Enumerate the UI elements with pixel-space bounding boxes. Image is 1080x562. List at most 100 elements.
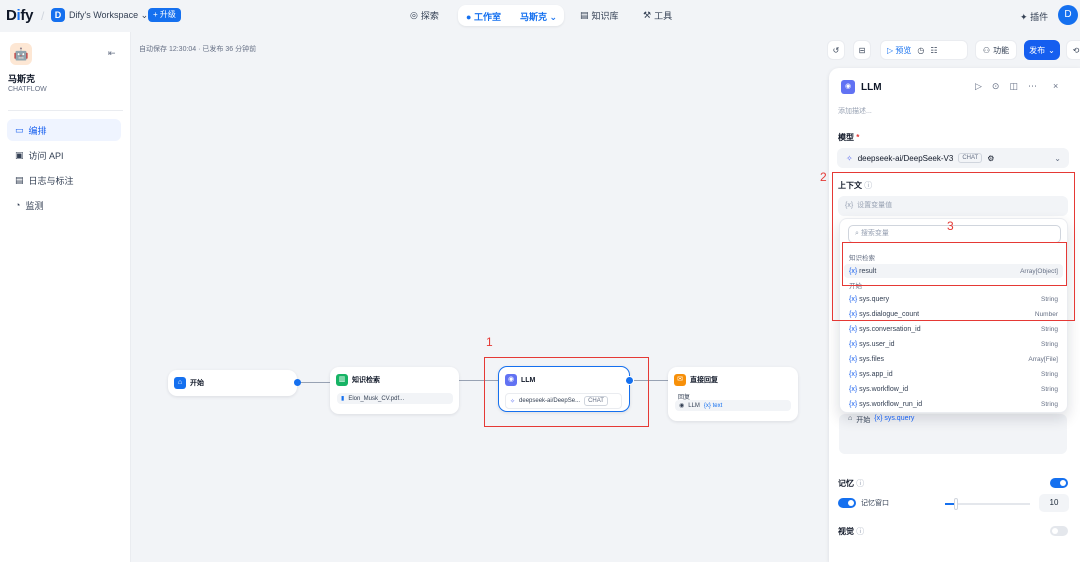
app-name: 马斯克: [8, 74, 36, 84]
node-title: ▥ 知识检索: [336, 374, 380, 386]
help-icon[interactable]: ⊙: [992, 81, 1000, 92]
sidebar-item-api[interactable]: ▣ 访问 API: [7, 144, 121, 166]
model-tag: CHAT: [958, 153, 983, 163]
prompt-variable-chip: ⌂ 开始 {x} sys.query: [848, 415, 915, 424]
list-icon[interactable]: ☷: [930, 46, 937, 55]
workspace-switcher[interactable]: Dify's Workspace ⌄: [69, 10, 148, 21]
nav-tools-label: 工具: [654, 11, 673, 21]
edge-start-knowledge: [298, 382, 330, 383]
close-icon[interactable]: ×: [1053, 81, 1058, 92]
robot-icon: 🤖: [10, 43, 32, 65]
slider-handle[interactable]: [954, 498, 958, 510]
terminal-icon: ▣: [15, 149, 24, 160]
collapse-sidebar-icon[interactable]: ⇤: [108, 48, 116, 59]
restore-button[interactable]: ↺: [827, 40, 845, 60]
preview-group[interactable]: ▷ 预览 ◷ ☷: [880, 40, 968, 60]
settings-icon[interactable]: ⚙: [987, 154, 994, 163]
variable-option[interactable]: {x} sys.conversation_id String: [844, 322, 1063, 336]
memory-toggle[interactable]: [1050, 478, 1068, 488]
panel-actions: ▷ ⊙ ◫ ⋯ ×: [975, 81, 1058, 92]
run-icon[interactable]: ▷: [975, 81, 982, 92]
vision-label: 视觉 ⓘ: [838, 527, 865, 536]
variable-option[interactable]: {x} sys.user_id String: [844, 337, 1063, 351]
sidebar-item-label: 访问 API: [28, 150, 64, 161]
info-icon: ⓘ: [856, 527, 865, 536]
node-answer[interactable]: ✉ 直接回复 回复 ◉ LLM {x} text: [668, 367, 798, 421]
vision-toggle[interactable]: [1050, 526, 1068, 536]
panel-title: ◉ LLM: [841, 80, 882, 94]
annotation-number-3: 3: [947, 219, 954, 233]
history-icon: ⟲: [1072, 45, 1080, 55]
app-breadcrumb[interactable]: 马斯克 ⌄: [520, 10, 557, 23]
node-title: ⌂ 开始: [174, 377, 204, 389]
top-bar: Dify / D Dify's Workspace ⌄ + 升级 ◎ 探索 ● 工…: [0, 0, 1080, 32]
dataset-chip: ▮ Elon_Musk_CV.pdf...: [337, 393, 453, 404]
model-label: 模型 *: [838, 133, 860, 142]
more-icon[interactable]: ⋯: [1028, 81, 1037, 92]
nav-knowledge[interactable]: ▤ 知识库: [580, 9, 619, 22]
memory-window-toggle[interactable]: [838, 498, 856, 508]
model-selector[interactable]: ✧ deepseek-ai/DeepSeek-V3 CHAT ⚙ ⌄: [837, 148, 1069, 168]
nav-studio[interactable]: ● 工作室 马斯克 ⌄: [458, 5, 564, 26]
variables-icon: ⊟: [858, 45, 866, 55]
checklist-icon[interactable]: ◷: [917, 46, 924, 55]
plugins-button[interactable]: ✦ 插件: [1020, 10, 1048, 23]
home-icon: ⌂: [174, 377, 186, 389]
restore-icon: ↺: [832, 45, 840, 55]
reply-var-chip: ◉ LLM {x} text: [675, 400, 791, 411]
brain-icon: ◉: [679, 403, 685, 409]
user-avatar[interactable]: D: [1058, 5, 1078, 25]
app-type: CHATFLOW: [8, 86, 47, 93]
node-handle[interactable]: [294, 379, 301, 386]
home-icon: ⌂: [848, 415, 853, 422]
memory-window-value[interactable]: 10: [1039, 494, 1069, 512]
sidebar: 🤖 ⇤ 马斯克 CHATFLOW ▭ 编排 ▣ 访问 API ▤ 日志与标注 ◔ 监测: [0, 32, 131, 562]
workspace-name: Dify's Workspace: [69, 10, 139, 20]
divider: /: [41, 9, 45, 23]
nav-explore-label: 探索: [420, 11, 439, 21]
feature-icon: ⚇: [982, 45, 991, 55]
plugins-label: 插件: [1030, 12, 1049, 22]
env-button[interactable]: ⊟: [853, 40, 871, 60]
publish-button[interactable]: 发布 ⌄: [1024, 40, 1060, 60]
sidebar-item-monitor[interactable]: ◔ 监测: [7, 194, 121, 216]
memory-window-slider[interactable]: [945, 498, 1030, 510]
memory-window-label: 记忆窗口: [861, 500, 889, 507]
sidebar-item-label: 监测: [25, 200, 44, 211]
workspace-avatar: D: [51, 8, 65, 22]
upgrade-label: 升级: [159, 10, 176, 19]
layout-icon[interactable]: ◫: [1009, 81, 1018, 92]
upgrade-button[interactable]: + 升级: [148, 8, 181, 22]
reply-icon: ✉: [674, 374, 686, 386]
variable-option[interactable]: {x} sys.workflow_run_id String: [844, 397, 1063, 411]
variable-option[interactable]: {x} sys.app_id String: [844, 367, 1063, 381]
description-input[interactable]: 添加描述...: [838, 106, 872, 116]
variable-option[interactable]: {x} sys.workflow_id String: [844, 382, 1063, 396]
preview-button[interactable]: ▷ 预览: [887, 45, 911, 56]
node-start[interactable]: ⌂ 开始: [168, 370, 297, 396]
features-button[interactable]: ⚇ 功能: [975, 40, 1017, 60]
nav-knowledge-label: 知识库: [591, 11, 619, 21]
sidebar-item-logs[interactable]: ▤ 日志与标注: [7, 169, 121, 191]
database-icon: ▥: [336, 374, 348, 386]
node-title: ✉ 直接回复: [674, 374, 718, 386]
node-knowledge-retrieval[interactable]: ▥ 知识检索 ▮ Elon_Musk_CV.pdf...: [330, 367, 459, 414]
chevron-down-icon: ⌄: [140, 10, 149, 20]
monitor-icon: ◔: [15, 200, 21, 210]
divider: [8, 110, 123, 111]
compass-icon: ◎: [410, 10, 418, 20]
sidebar-item-label: 编排: [28, 125, 47, 136]
annotation-box-1: [484, 357, 649, 427]
folder-icon: ▮: [341, 396, 345, 402]
history-button[interactable]: ⟲: [1066, 40, 1080, 60]
deepseek-icon: ✧: [846, 153, 853, 163]
sidebar-item-orchestrate[interactable]: ▭ 编排: [7, 119, 121, 141]
nav-explore[interactable]: ◎ 探索: [410, 9, 439, 22]
annotation-number-1: 1: [486, 335, 493, 349]
dify-logo[interactable]: Dify: [6, 7, 33, 24]
workflow-canvas[interactable]: [132, 32, 827, 562]
nav-tools[interactable]: ⚒ 工具: [643, 9, 672, 22]
layout-icon: ▭: [15, 124, 24, 135]
chevron-down-icon: ⌄: [1054, 153, 1061, 163]
variable-option[interactable]: {x} sys.files Array[File]: [844, 352, 1063, 366]
